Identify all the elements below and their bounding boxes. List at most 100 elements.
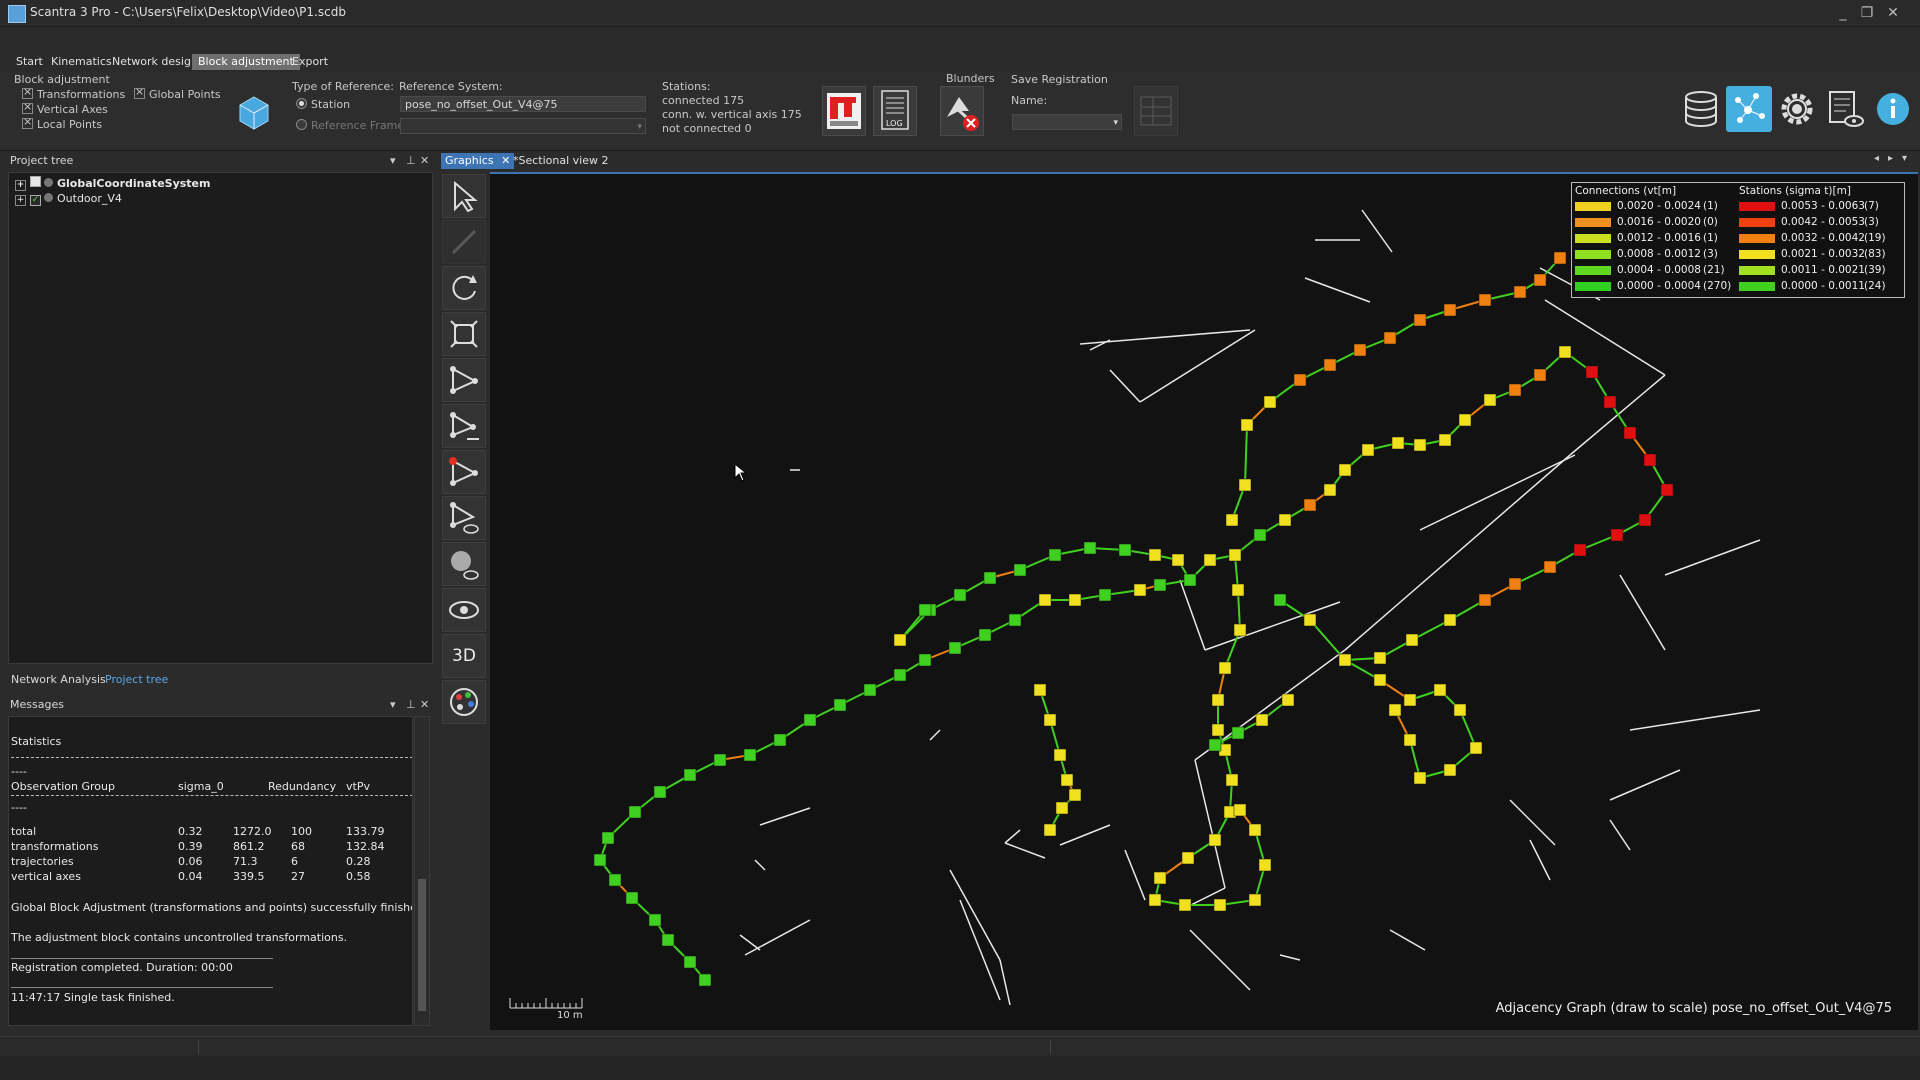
zoom-extent-tool[interactable] <box>442 312 486 356</box>
station-node[interactable] <box>1068 593 1082 607</box>
station-node[interactable] <box>1178 898 1192 912</box>
station-node[interactable] <box>863 683 877 697</box>
station-node[interactable] <box>1038 593 1052 607</box>
check-transformations[interactable]: Transformations <box>22 85 125 101</box>
station-node[interactable] <box>1053 748 1067 762</box>
station-node[interactable] <box>1413 771 1427 785</box>
station-node[interactable] <box>1553 251 1567 265</box>
station-node[interactable] <box>1469 741 1483 755</box>
station-node[interactable] <box>1453 703 1467 717</box>
station-node[interactable] <box>1478 593 1492 607</box>
station-node[interactable] <box>773 733 787 747</box>
station-node[interactable] <box>1013 563 1027 577</box>
station-node[interactable] <box>1068 788 1082 802</box>
station-node[interactable] <box>1233 623 1247 637</box>
database-button[interactable] <box>1678 86 1724 132</box>
station-node[interactable] <box>1060 773 1074 787</box>
station-node[interactable] <box>1213 898 1227 912</box>
station-node[interactable] <box>1253 528 1267 542</box>
station-node[interactable] <box>1558 345 1572 359</box>
pin-icon[interactable]: ⊥ <box>406 696 416 714</box>
tree-item-outdoor-v4[interactable]: + ✓ Outdoor_V4 <box>15 192 122 206</box>
graphics-viewport[interactable] <box>490 172 1918 1030</box>
station-node[interactable] <box>1610 528 1624 542</box>
station-node[interactable] <box>1273 593 1287 607</box>
save-registration-button[interactable] <box>1134 86 1178 136</box>
station-node[interactable] <box>1240 418 1254 432</box>
registration-name-select[interactable]: ▾ <box>1012 114 1122 130</box>
pin-icon[interactable]: ⊥ <box>406 152 416 170</box>
station-node[interactable] <box>1533 273 1547 287</box>
station-node[interactable] <box>1248 893 1262 907</box>
station-node[interactable] <box>1225 773 1239 787</box>
adjacency-graph[interactable] <box>490 174 1918 1030</box>
tab-project-tree[interactable]: Project tree <box>102 672 171 688</box>
station-node[interactable] <box>1513 285 1527 299</box>
check-global-points[interactable]: Global Points <box>134 85 221 101</box>
station-node[interactable] <box>1211 693 1225 707</box>
settings-button[interactable] <box>1774 86 1820 132</box>
station-node[interactable] <box>1255 713 1269 727</box>
station-node[interactable] <box>1443 303 1457 317</box>
station-node[interactable] <box>1148 893 1162 907</box>
station-node[interactable] <box>743 748 757 762</box>
measure-tool[interactable] <box>442 220 486 264</box>
station-node[interactable] <box>1585 365 1599 379</box>
check-vertical-axes[interactable]: Vertical Axes <box>22 100 108 116</box>
station-node[interactable] <box>1293 373 1307 387</box>
rotate-tool[interactable] <box>442 266 486 310</box>
tree-item-globalcoordinatesystem[interactable]: + GlobalCoordinateSystem <box>15 176 210 191</box>
scrollbar-thumb[interactable] <box>418 879 426 1011</box>
station-node[interactable] <box>661 933 675 947</box>
station-node[interactable] <box>1208 833 1222 847</box>
station-node[interactable] <box>683 768 697 782</box>
station-node[interactable] <box>1248 823 1262 837</box>
radio-reference-frame[interactable]: Reference Frame <box>296 119 404 132</box>
reference-frame-select[interactable]: ▾ <box>400 118 646 134</box>
station-node[interactable] <box>1228 548 1242 562</box>
station-node[interactable] <box>1181 851 1195 865</box>
menu-tab-export[interactable]: Export <box>286 54 334 70</box>
station-node[interactable] <box>1303 613 1317 627</box>
station-node[interactable] <box>1203 553 1217 567</box>
station-node[interactable] <box>1048 548 1062 562</box>
reference-system-field[interactable]: pose_no_offset_Out_V4@75 <box>400 96 646 112</box>
station-node[interactable] <box>1338 463 1352 477</box>
station-node[interactable] <box>1438 433 1452 447</box>
station-node[interactable] <box>1443 763 1457 777</box>
station-node[interactable] <box>1148 548 1162 562</box>
menu-tab-start[interactable]: Start <box>10 54 49 70</box>
station-node[interactable] <box>1118 543 1132 557</box>
tab-sectional-view-2[interactable]: *Sectional view 2 <box>509 153 613 169</box>
station-node[interactable] <box>1231 583 1245 597</box>
station-node[interactable] <box>918 603 932 617</box>
color-palette-tool[interactable] <box>442 680 486 724</box>
station-node[interactable] <box>1153 871 1167 885</box>
station-node[interactable] <box>893 633 907 647</box>
station-node[interactable] <box>1458 413 1472 427</box>
station-node[interactable] <box>978 628 992 642</box>
station-node[interactable] <box>1211 723 1225 737</box>
menu-tab-network-design[interactable]: Network design <box>106 54 204 70</box>
station-node[interactable] <box>803 713 817 727</box>
block-adjust-run-button[interactable] <box>231 86 275 136</box>
station-node[interactable] <box>698 973 712 987</box>
radio-station[interactable]: Station <box>296 98 350 111</box>
menu-tab-block-adjustment[interactable]: Block adjustment <box>192 54 300 70</box>
station-node[interactable] <box>1383 331 1397 345</box>
log-button[interactable]: LOG <box>873 86 917 136</box>
visibility-tool[interactable] <box>442 588 486 632</box>
station-node[interactable] <box>948 641 962 655</box>
station-node[interactable] <box>1361 443 1375 457</box>
tab-graphics[interactable]: Graphics ✕ <box>441 153 515 169</box>
network-report-button[interactable] <box>822 86 866 136</box>
station-node[interactable] <box>1508 577 1522 591</box>
station-node[interactable] <box>1483 393 1497 407</box>
station-node[interactable] <box>1543 560 1557 574</box>
point-cloud-button[interactable] <box>1726 86 1772 132</box>
station-node[interactable] <box>1171 553 1185 567</box>
close-panel-icon[interactable]: ✕ <box>420 152 429 170</box>
station-node[interactable] <box>1443 613 1457 627</box>
tab-scroll-left-icon[interactable]: ◂ <box>1874 153 1879 164</box>
3d-view-button[interactable]: 3D <box>442 634 486 678</box>
